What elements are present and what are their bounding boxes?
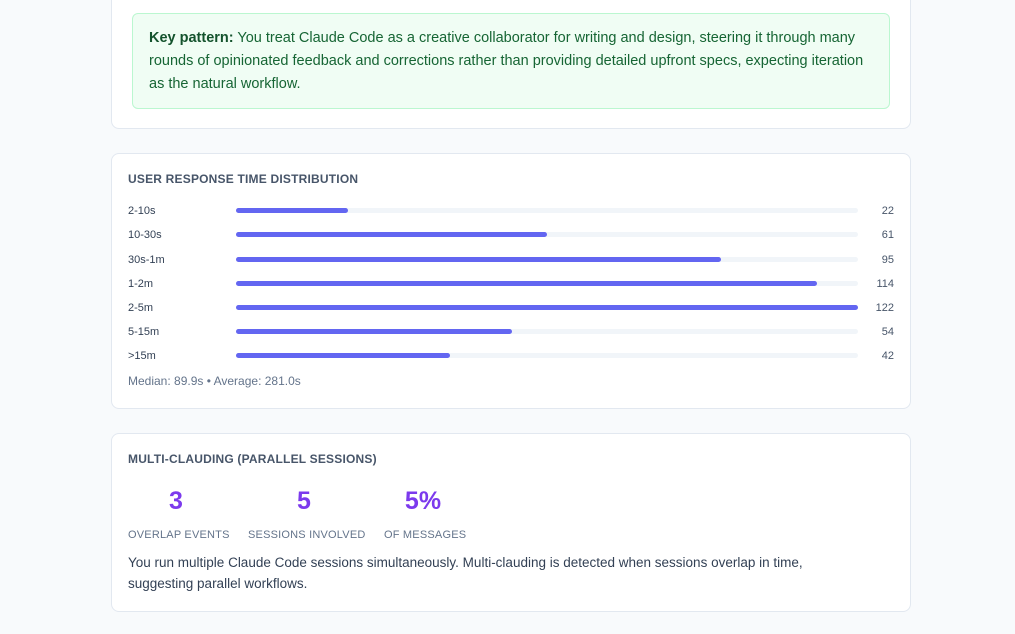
bar-value: 114 <box>876 278 894 290</box>
bar-fill <box>236 232 547 237</box>
stat-label: of Messages <box>384 529 467 541</box>
multi-clauding-description: You run multiple Claude Code sessions si… <box>128 555 803 591</box>
stat-of-messages: 5% of Messages <box>384 486 467 541</box>
key-pattern-card: Key pattern: You treat Claude Code as a … <box>111 0 911 129</box>
bar-row: 10-30s 61 <box>128 227 894 243</box>
bar-fill <box>236 305 858 310</box>
stat-overlap-events: 3 Overlap Events <box>128 486 230 541</box>
bar-track <box>236 257 858 262</box>
bar-fill <box>236 281 817 286</box>
bar-track <box>236 208 858 213</box>
bar-track <box>236 305 858 310</box>
key-pattern-label: Key pattern: <box>149 30 234 46</box>
bar-track <box>236 329 858 334</box>
bar-label: 5-15m <box>128 326 160 338</box>
response-time-footnote: Median: 89.9s • Average: 281.0s <box>128 374 301 388</box>
bar-label: 30s-1m <box>128 254 165 266</box>
bar-row: >15m 42 <box>128 348 894 364</box>
bar-track <box>236 353 858 358</box>
bar-value: 42 <box>881 350 894 362</box>
response-time-title: User Response Time Distribution <box>128 172 359 186</box>
bar-value: 61 <box>881 229 894 241</box>
stat-label: Sessions Involved <box>248 529 366 541</box>
bar-label: 1-2m <box>128 278 154 290</box>
bar-value: 22 <box>881 205 894 217</box>
bar-row: 30s-1m 95 <box>128 252 894 268</box>
stat-value: 5% <box>404 487 442 515</box>
bar-value: 95 <box>881 254 894 266</box>
bar-fill <box>236 208 348 213</box>
bar-label: 2-5m <box>128 302 154 314</box>
bar-fill <box>236 353 450 358</box>
bar-label: 2-10s <box>128 205 156 217</box>
bar-fill <box>236 329 512 334</box>
key-pattern-callout: Key pattern: You treat Claude Code as a … <box>132 13 890 109</box>
bar-value: 54 <box>881 326 894 338</box>
bar-row: 2-10s 22 <box>128 203 894 219</box>
multi-clauding-title: Multi-Clauding (Parallel Sessions) <box>128 452 377 466</box>
key-pattern-text: You treat Claude Code as a creative coll… <box>149 30 864 92</box>
multi-clauding-card: Multi-Clauding (Parallel Sessions) 3 Ove… <box>111 433 911 612</box>
bar-value: 122 <box>875 302 894 314</box>
bar-row: 5-15m 54 <box>128 324 894 340</box>
stat-sessions-involved: 5 Sessions Involved <box>248 486 366 541</box>
bar-track <box>236 281 858 286</box>
bar-label: 10-30s <box>128 229 162 241</box>
stat-value: 5 <box>297 487 311 515</box>
bar-track <box>236 232 858 237</box>
bar-row: 2-5m 122 <box>128 300 894 316</box>
bar-row: 1-2m 114 <box>128 276 894 292</box>
response-time-card: User Response Time Distribution 2-10s 22 1… <box>111 153 911 409</box>
bar-fill <box>236 257 721 262</box>
stat-value: 3 <box>169 487 183 515</box>
bar-label: >15m <box>128 350 156 362</box>
stat-label: Overlap Events <box>128 529 230 541</box>
